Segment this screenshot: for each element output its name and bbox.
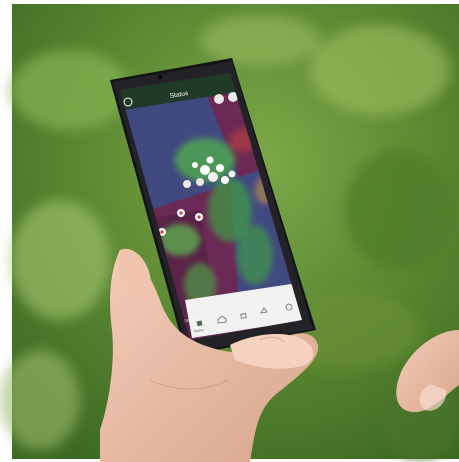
refresh-icon[interactable] xyxy=(214,94,224,104)
grid-icon[interactable] xyxy=(196,320,203,327)
photo-scene: Status Status Google xyxy=(0,4,459,462)
front-camera xyxy=(157,74,163,80)
